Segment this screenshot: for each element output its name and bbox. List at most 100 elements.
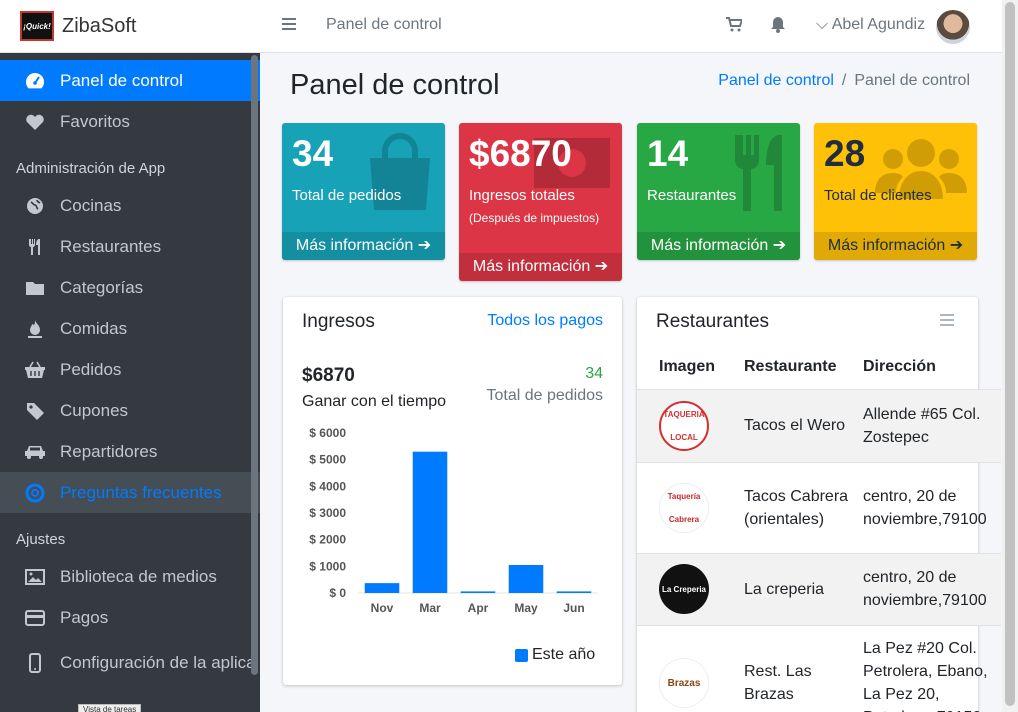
sidebar-section-settings: Ajustes <box>16 531 66 548</box>
x-tick-label: May <box>514 601 538 615</box>
chart-bar[interactable] <box>508 565 544 593</box>
restaurant-address: Allende #65 Col. Zostepec <box>863 388 1001 462</box>
bell-icon[interactable] <box>770 16 786 38</box>
page-scrollbar[interactable] <box>1002 0 1018 712</box>
scrollbar-thumb[interactable] <box>1005 2 1015 706</box>
user-menu[interactable]: ⌵ Abel Agundiz <box>816 16 925 34</box>
y-tick-label: $ 6000 <box>309 426 346 440</box>
revenue-amount: $6870 <box>302 365 355 386</box>
topbar: Panel de control ⌵ Abel Agundiz <box>260 0 1002 53</box>
chart-bar[interactable] <box>364 583 400 593</box>
stat-label: Total de pedidos <box>292 187 402 204</box>
sidebar-item-label: Cocinas <box>60 195 122 215</box>
truck-icon <box>24 441 46 463</box>
y-tick-label: $ 5000 <box>309 453 346 467</box>
arrow-circle-right-icon: ➔ <box>417 237 432 254</box>
sidebar-scrollbar[interactable] <box>251 55 258 675</box>
sidebar-item-drivers[interactable]: Repartidores <box>0 431 260 472</box>
bars-icon[interactable] <box>940 313 954 331</box>
avatar[interactable] <box>936 10 970 44</box>
user-name: Abel Agundiz <box>831 16 926 33</box>
sidebar-item-coupons[interactable]: Cupones <box>0 390 260 431</box>
stat-label: Ingresos totales <box>469 187 575 204</box>
sidebar-item-orders[interactable]: Pedidos <box>0 349 260 390</box>
restaurant-logo-cell: TAQUERIA LOCAL <box>637 388 744 462</box>
table-row[interactable]: TAQUERIA LOCAL Tacos el Wero Allende #65… <box>637 388 1001 462</box>
revenue-card: Ingresos Todos los pagos $6870 Ganar con… <box>283 297 622 685</box>
sidebar-item-faq[interactable]: Preguntas frecuentes <box>0 472 260 513</box>
sidebar-item-meals[interactable]: Comidas <box>0 308 260 349</box>
restaurant-name: La creperia <box>744 552 863 625</box>
restaurant-name: Tacos Cabrera (orientales) <box>744 461 863 553</box>
more-info-link[interactable]: Más información ➔ <box>637 232 800 260</box>
sidebar-item-media[interactable]: Biblioteca de medios <box>0 556 260 597</box>
revenue-amount-label: Ganar con el tiempo <box>302 393 447 410</box>
cutlery-icon <box>730 133 790 218</box>
sidebar-item-payments[interactable]: Pagos <box>0 597 260 638</box>
stat-customers: 28 Total de clientes Más información ➔ <box>814 123 977 260</box>
taskview-tooltip: Vista de tareas <box>78 704 142 712</box>
sidebar: ¡Quick! ZibaSoft Panel de control Favori… <box>0 0 260 712</box>
table-row[interactable]: Brazas Rest. Las Brazas La Pez #20 Col. … <box>637 624 1001 712</box>
restaurant-logo: Taquería Cabrera <box>659 482 709 533</box>
sidebar-item-label: Configuración de la aplica <box>60 653 256 672</box>
life-ring-icon <box>24 482 46 504</box>
brand-logo: ¡Quick! <box>20 11 54 41</box>
more-info-link[interactable]: Más información ➔ <box>814 232 977 260</box>
sidebar-item-app-settings[interactable]: Configuración de la aplica <box>0 638 260 688</box>
arrow-circle-right-icon: ➔ <box>594 258 609 275</box>
more-info-label: Más información <box>295 237 414 254</box>
sidebar-item-label: Preguntas frecuentes <box>60 482 222 502</box>
image-icon <box>24 566 46 588</box>
topbar-home-link[interactable]: Panel de control <box>326 16 442 34</box>
ticket-icon <box>24 400 46 422</box>
sidebar-item-label: Restaurantes <box>60 236 162 256</box>
sidebar-item-categories[interactable]: Categorías <box>0 267 260 308</box>
stat-value: 14 <box>647 133 689 174</box>
restaurants-title: Restaurantes <box>656 311 770 332</box>
page-title: Panel de control <box>290 69 500 101</box>
sidebar-item-label: Comidas <box>60 318 128 338</box>
brand-name: ZibaSoft <box>62 14 137 37</box>
menu-toggle-icon[interactable] <box>282 18 296 32</box>
chart-bar[interactable] <box>460 591 496 593</box>
cart-icon[interactable] <box>726 17 744 37</box>
legend-swatch <box>515 648 528 662</box>
stat-value: 28 <box>824 133 866 174</box>
table-row[interactable]: La Creperia La creperia centro, 20 de no… <box>637 552 1001 625</box>
sidebar-item-label: Favoritos <box>60 111 130 131</box>
table-row[interactable]: Taquería Cabrera Tacos Cabrera (oriental… <box>637 461 1001 553</box>
mobile-icon <box>24 652 46 674</box>
chart-bar[interactable] <box>412 451 448 593</box>
restaurant-name: Rest. Las Brazas <box>744 624 863 712</box>
orders-count: 34 <box>585 365 603 382</box>
chart-legend[interactable]: Este año <box>515 646 595 664</box>
restaurant-name: Tacos el Wero <box>744 388 863 462</box>
restaurant-logo: TAQUERIA LOCAL <box>659 400 709 451</box>
all-payments-link[interactable]: Todos los pagos <box>487 312 603 330</box>
sidebar-item-dashboard[interactable]: Panel de control <box>0 60 260 101</box>
basket-icon <box>24 359 46 381</box>
chart-bar[interactable] <box>556 591 592 593</box>
restaurant-logo-cell: Taquería Cabrera <box>637 461 744 553</box>
credit-card-icon <box>24 607 46 629</box>
stat-revenue: $6870 Ingresos totales (Después de impue… <box>459 123 622 281</box>
more-info-label: Más información <box>827 237 946 254</box>
x-tick-label: Mar <box>419 601 441 615</box>
breadcrumb-link[interactable]: Panel de control <box>718 72 834 89</box>
breadcrumb-separator: / <box>841 72 847 89</box>
more-info-link[interactable]: Más información ➔ <box>282 232 445 260</box>
sidebar-item-cuisines[interactable]: Cocinas <box>0 185 260 226</box>
main-content: Panel de control Panel de control / Panel … <box>260 53 1002 712</box>
stat-orders: 34 Total de pedidos Más información ➔ <box>282 123 445 260</box>
restaurant-address: centro, 20 de noviembre,79100 <box>863 461 1001 553</box>
sidebar-item-label: Biblioteca de medios <box>60 566 217 586</box>
brand[interactable]: ¡Quick! ZibaSoft <box>0 0 260 53</box>
y-tick-label: $ 1000 <box>309 559 346 573</box>
sidebar-item-favorites[interactable]: Favoritos <box>0 101 260 142</box>
more-info-link[interactable]: Más información ➔ <box>459 253 622 281</box>
sidebar-item-label: Pedidos <box>60 359 122 379</box>
restaurant-logo-cell: La Creperia <box>637 552 744 625</box>
chevron-down-icon: ⌵ <box>816 16 829 33</box>
sidebar-item-restaurants[interactable]: Restaurantes <box>0 226 260 267</box>
